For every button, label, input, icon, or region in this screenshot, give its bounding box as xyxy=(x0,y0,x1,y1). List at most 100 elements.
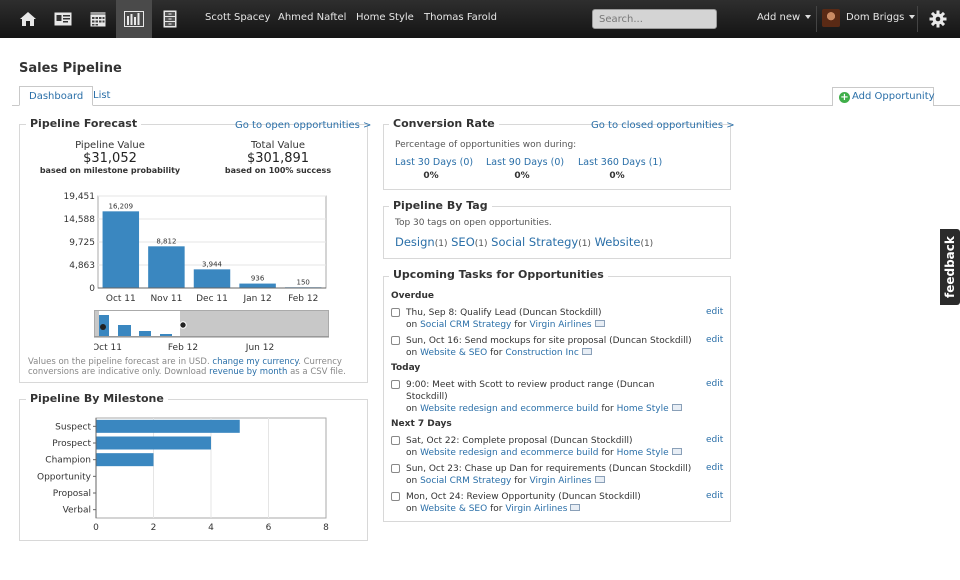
conversion-rate-value: 0% xyxy=(609,171,625,181)
tag-link-seo[interactable]: SEO xyxy=(451,235,475,249)
task-checkbox[interactable] xyxy=(391,464,400,473)
recent-person-link[interactable]: Thomas Farold xyxy=(424,12,497,23)
y-tick-label: 4,863 xyxy=(69,261,95,271)
tag-count: (1) xyxy=(640,239,654,249)
party-link[interactable]: Virgin Airlines xyxy=(505,504,567,514)
conversion-period-link[interactable]: Last 360 Days (1) xyxy=(578,157,662,168)
navigator-mask xyxy=(95,311,99,336)
pipeline-chart-icon[interactable] xyxy=(116,0,152,38)
y-tick-label: Prospect xyxy=(52,439,91,449)
task-description: Thu, Sep 8: Qualify Lead (Duncan Stockdi… xyxy=(406,308,602,318)
y-tick-label: Proposal xyxy=(53,489,91,499)
avatar[interactable] xyxy=(822,9,840,27)
pipeline-value: $31,052 xyxy=(83,151,137,166)
cases-cabinet-icon[interactable] xyxy=(152,0,188,38)
task-checkbox[interactable] xyxy=(391,308,400,317)
tag-link-social-strategy[interactable]: Social Strategy xyxy=(491,235,578,249)
bar xyxy=(96,453,154,467)
y-tick-label: 9,725 xyxy=(69,238,95,248)
currency-note: Values on the pipeline forecast are in U… xyxy=(28,357,342,367)
task-on: on xyxy=(406,404,418,414)
party-link[interactable]: Home Style xyxy=(617,448,669,458)
search-input[interactable] xyxy=(592,9,717,29)
opportunity-link[interactable]: Website & SEO xyxy=(420,348,487,358)
calendar-icon[interactable] xyxy=(80,0,116,38)
contacts-card-icon[interactable] xyxy=(45,0,81,38)
revenue-by-month-link[interactable]: revenue by month xyxy=(209,367,287,377)
party-link[interactable]: Virgin Airlines xyxy=(530,320,592,330)
task-item: Sun, Oct 16: Send mockups for site propo… xyxy=(391,335,726,359)
task-on: on xyxy=(406,348,418,358)
task-for: for xyxy=(601,448,614,458)
date-range-navigator[interactable]: Oct 11 Feb 12 Jun 12 xyxy=(94,310,330,354)
recent-person-link[interactable]: Scott Spacey xyxy=(205,12,270,23)
edit-task-link[interactable]: edit xyxy=(706,335,723,345)
range-label: Feb 12 xyxy=(168,343,198,353)
open-opportunities-link[interactable]: Go to open opportunities > xyxy=(235,120,371,131)
task-checkbox[interactable] xyxy=(391,436,400,445)
task-checkbox[interactable] xyxy=(391,492,400,501)
add-new-label: Add new xyxy=(757,12,801,23)
tag-count: (1) xyxy=(434,239,448,249)
top-navigation-bar: Scott Spacey Ahmed Naftel Home Style Tho… xyxy=(0,0,960,38)
tag-link-design[interactable]: Design xyxy=(395,235,435,249)
task-item: Sun, Oct 23: Chase up Dan for requiremen… xyxy=(391,463,726,487)
conversion-period-link[interactable]: Last 90 Days (0) xyxy=(486,157,564,168)
recent-person-link[interactable]: Ahmed Naftel xyxy=(278,12,346,23)
task-item: Mon, Oct 24: Review Opportunity (Duncan … xyxy=(391,491,726,515)
party-link[interactable]: Virgin Airlines xyxy=(530,476,592,486)
opportunity-link[interactable]: Website redesign and ecommerce build xyxy=(420,404,598,414)
divider xyxy=(816,6,817,32)
opportunity-link[interactable]: Website & SEO xyxy=(420,504,487,514)
edit-task-link[interactable]: edit xyxy=(706,463,723,473)
contact-card-icon xyxy=(581,348,592,355)
opportunity-link[interactable]: Website redesign and ecommerce build xyxy=(420,448,598,458)
contact-card-icon xyxy=(594,320,605,327)
task-on: on xyxy=(406,320,418,330)
add-opportunity-button[interactable]: + Add Opportunity xyxy=(832,87,935,106)
recent-organisation-link[interactable]: Home Style xyxy=(356,12,414,23)
edit-task-link[interactable]: edit xyxy=(706,379,723,389)
conversion-period-link[interactable]: Last 30 Days (0) xyxy=(395,157,473,168)
add-new-menu[interactable]: Add new xyxy=(757,12,812,23)
pipeline-value-basis: based on milestone probability xyxy=(39,166,181,175)
closed-opportunities-link[interactable]: Go to closed opportunities > xyxy=(591,120,735,131)
change-currency-link[interactable]: change my currency xyxy=(212,357,298,367)
bar xyxy=(193,269,231,288)
x-tick-label: 4 xyxy=(208,523,214,533)
range-label: Jun 12 xyxy=(245,343,274,353)
edit-task-link[interactable]: edit xyxy=(706,435,723,445)
opportunity-link[interactable]: Social CRM Strategy xyxy=(420,476,511,486)
edit-task-link[interactable]: edit xyxy=(706,307,723,317)
party-link[interactable]: Home Style xyxy=(617,404,669,414)
edit-task-link[interactable]: edit xyxy=(706,491,723,501)
party-link[interactable]: Construction Inc xyxy=(505,348,578,358)
tab-list[interactable]: List xyxy=(84,86,119,106)
y-tick-label: 0 xyxy=(89,284,95,294)
user-name: Dom Briggs xyxy=(846,12,905,23)
feedback-tab[interactable]: feedback xyxy=(940,229,960,305)
range-handle-left[interactable] xyxy=(100,324,106,330)
tag-cloud: Design(1) SEO(1) Social Strategy(1) Webs… xyxy=(395,235,653,249)
task-checkbox[interactable] xyxy=(391,336,400,345)
task-description: Mon, Oct 24: Review Opportunity (Duncan … xyxy=(406,492,641,502)
home-icon[interactable] xyxy=(10,0,46,38)
gear-icon[interactable] xyxy=(920,0,956,38)
tab-dashboard[interactable]: Dashboard xyxy=(19,86,94,106)
task-checkbox[interactable] xyxy=(391,380,400,389)
data-label: 3,944 xyxy=(202,260,223,268)
csv-note: conversions are indicative only. Downloa… xyxy=(28,367,346,377)
user-menu[interactable]: Dom Briggs xyxy=(846,12,916,23)
task-for: for xyxy=(514,320,527,330)
navigator-mask xyxy=(180,311,328,336)
range-handle-right[interactable] xyxy=(179,321,187,329)
tag-link-website[interactable]: Website xyxy=(595,235,641,249)
x-tick-label: Oct 11 xyxy=(106,294,136,304)
pipeline-by-milestone-chart: 0 2 4 6 8 Suspect Prospect Champion Opportunity P… xyxy=(37,417,329,533)
task-on: on xyxy=(406,448,418,458)
opportunity-link[interactable]: Social CRM Strategy xyxy=(420,320,511,330)
task-item: Sat, Oct 22: Complete proposal (Duncan S… xyxy=(391,435,726,459)
pipeline-by-tag-panel xyxy=(383,206,731,259)
x-tick-label: Dec 11 xyxy=(196,294,228,304)
total-value-basis: based on 100% success xyxy=(224,166,332,175)
